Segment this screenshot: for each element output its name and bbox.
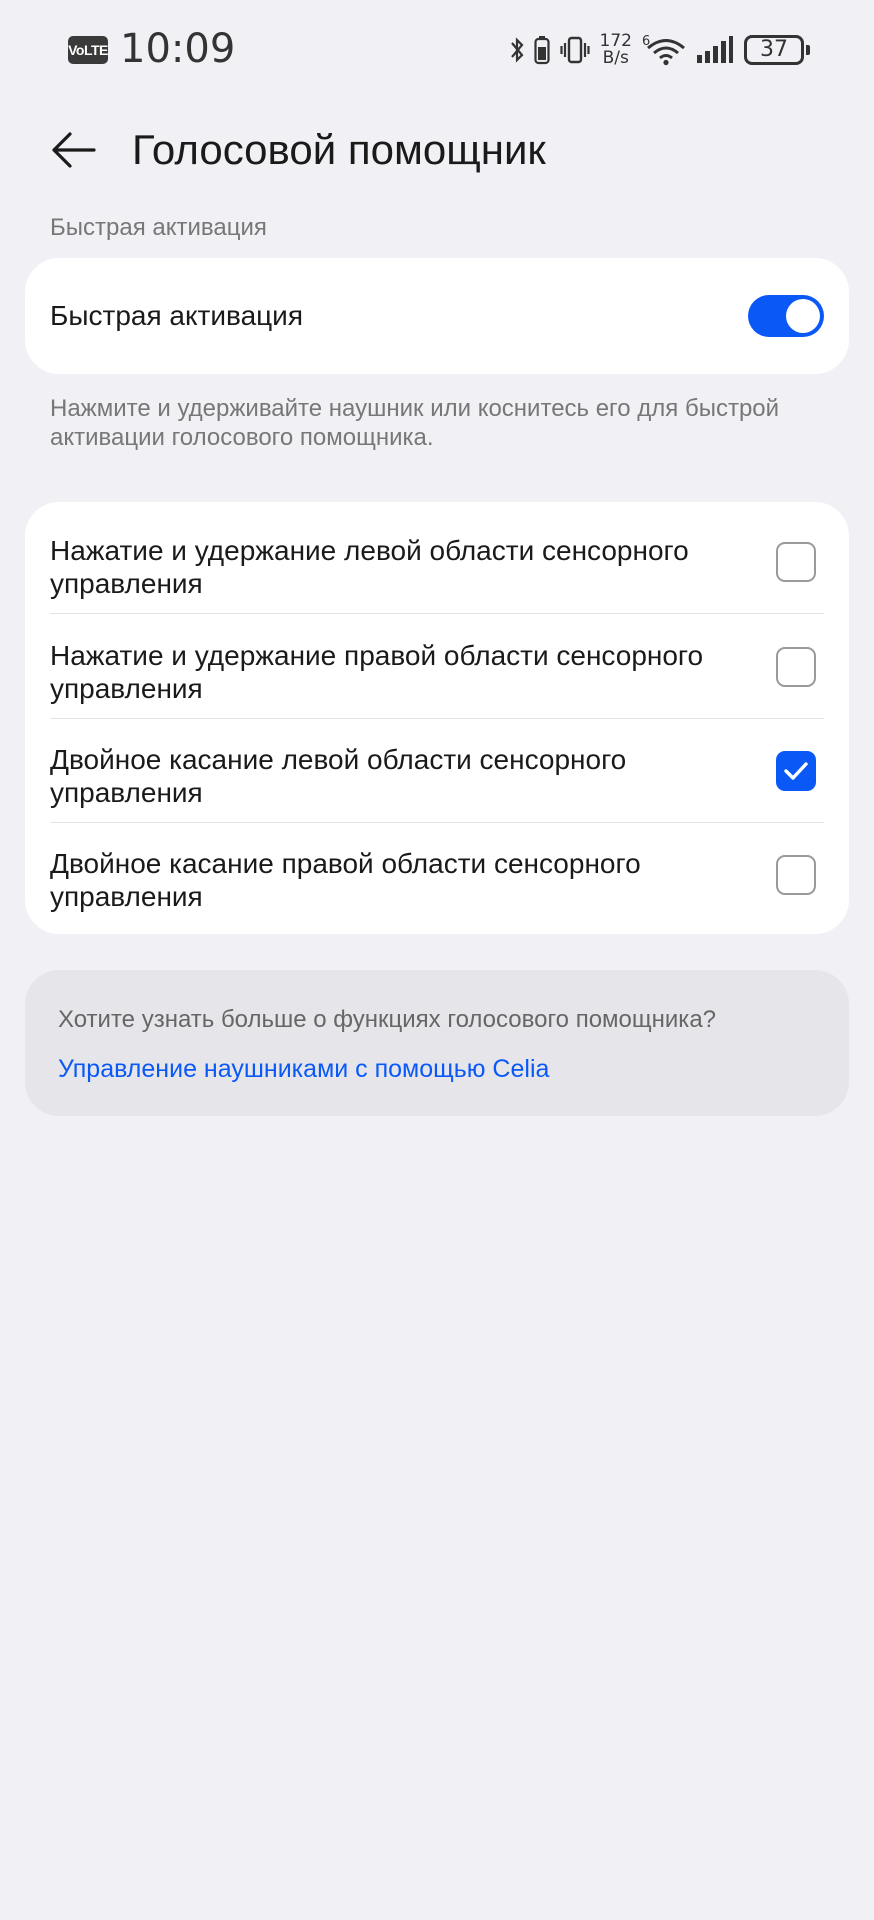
celia-help-link[interactable]: Управление наушниками с помощью Celia — [58, 1055, 549, 1084]
option-checkbox[interactable] — [776, 542, 816, 582]
quick-activation-switch[interactable] — [748, 295, 824, 337]
option-label: Двойное касание правой области сенсорног… — [50, 848, 641, 912]
quick-activation-card: Быстрая активация — [25, 258, 849, 374]
activation-options-card: Нажатие и удержание левой области сенсор… — [25, 502, 849, 934]
headset-battery-icon — [533, 36, 550, 65]
option-checkbox[interactable] — [776, 855, 816, 895]
signal-icon — [697, 36, 733, 63]
option-double-tap-left[interactable]: Двойное касание левой области сенсорного… — [50, 715, 824, 819]
option-checkbox[interactable] — [776, 751, 816, 791]
quick-activation-label: Быстрая активация — [50, 300, 303, 331]
quick-activation-description: Нажмите и удерживайте наушник или коснит… — [50, 395, 780, 451]
option-checkbox[interactable] — [776, 647, 816, 687]
info-question: Хотите узнать больше о функциях голосово… — [58, 1006, 717, 1033]
checkmark-icon — [784, 762, 808, 780]
battery-icon: 37 — [744, 35, 810, 65]
option-label: Нажатие и удержание левой области сенсор… — [50, 535, 689, 599]
arrow-left-icon — [52, 132, 96, 168]
section-label: Быстрая активация — [50, 214, 267, 241]
option-double-tap-right[interactable]: Двойное касание правой области сенсорног… — [50, 819, 824, 923]
status-bar: VoLTE 10:09 172 B/s 6 37 — [0, 0, 874, 100]
status-icons: 172 B/s 6 37 — [510, 28, 810, 72]
option-label: Нажатие и удержание правой области сенсо… — [50, 640, 704, 704]
net-speed: 172 B/s — [600, 33, 632, 67]
wifi-icon: 6 — [642, 34, 685, 66]
volte-icon: VoLTE — [68, 36, 108, 64]
vibrate-icon — [559, 36, 590, 64]
page-title: Голосовой помощник — [132, 126, 546, 173]
option-label: Двойное касание левой области сенсорного… — [50, 744, 627, 808]
net-speed-unit: B/s — [602, 48, 629, 68]
back-button[interactable] — [50, 126, 98, 174]
option-press-hold-right[interactable]: Нажатие и удержание правой области сенсо… — [50, 611, 824, 715]
info-card: Хотите узнать больше о функциях голосово… — [25, 970, 849, 1116]
option-press-hold-left[interactable]: Нажатие и удержание левой области сенсор… — [50, 506, 824, 610]
bluetooth-icon — [510, 37, 524, 63]
status-time: 10:09 — [120, 26, 236, 72]
